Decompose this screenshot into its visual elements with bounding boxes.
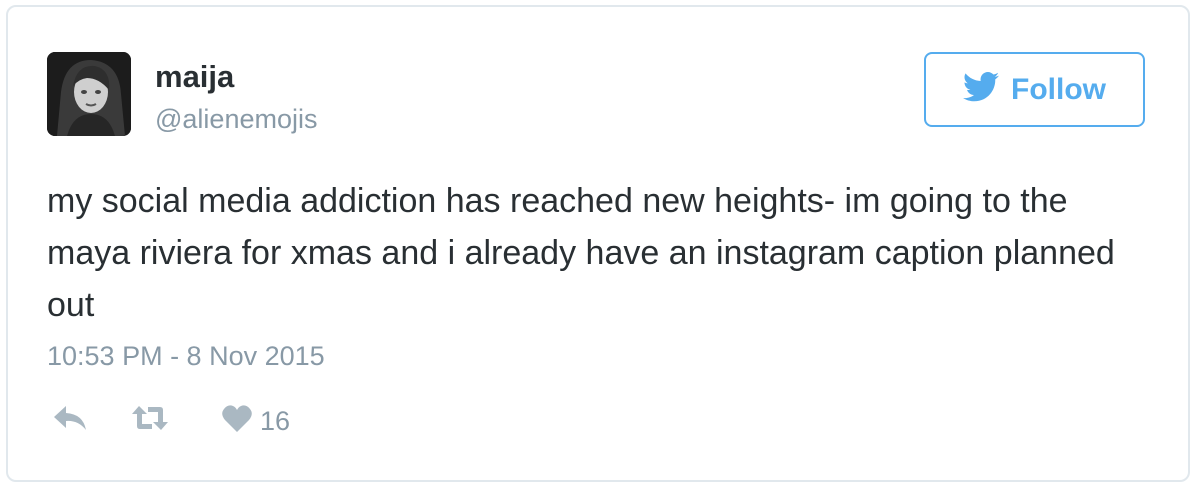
follow-button[interactable]: Follow — [924, 52, 1145, 127]
like-count: 16 — [260, 405, 291, 436]
display-name[interactable]: maija — [155, 59, 234, 95]
tweet-timestamp[interactable]: 10:53 PM - 8 Nov 2015 — [47, 340, 325, 372]
reply-button[interactable] — [52, 404, 88, 437]
avatar-image — [47, 52, 131, 136]
tweet-card: maija @alienemojis Follow my social medi… — [6, 5, 1190, 482]
tweet-text: my social media addiction has reached ne… — [47, 182, 1115, 324]
twitter-bird-icon — [963, 72, 999, 107]
user-handle[interactable]: @alienemojis — [155, 103, 317, 135]
tweet-actions: 16 — [52, 404, 290, 437]
like-button[interactable]: 16 — [222, 404, 291, 437]
avatar[interactable] — [47, 52, 131, 136]
reply-icon — [52, 404, 88, 437]
follow-button-label: Follow — [1011, 72, 1106, 106]
heart-icon — [222, 404, 252, 437]
retweet-icon — [130, 404, 170, 437]
retweet-button[interactable] — [130, 404, 170, 437]
